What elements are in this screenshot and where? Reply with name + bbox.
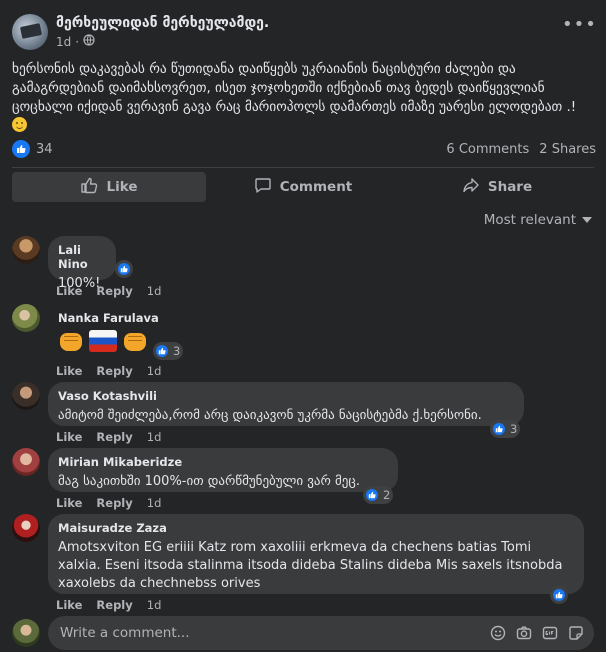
fist-emoji-icon [122,329,148,353]
post-card: მერხეულიდან მერხეულამდე. 1d · ••• ხერსონ… [0,0,606,652]
avatar[interactable] [12,236,40,264]
comment-time[interactable]: 1d [147,364,162,378]
comment-reaction-count: 2 [383,488,391,502]
shares-count-link[interactable]: 2 Shares [539,142,596,157]
comment-reply-link[interactable]: Reply [96,430,132,444]
like-reaction-icon [364,487,380,503]
avatar[interactable] [12,304,40,332]
comment-input[interactable]: Write a comment... [48,616,594,650]
dot-separator: · [75,34,80,49]
globe-icon [83,34,95,49]
comment-sort-dropdown[interactable]: Most relevant [484,212,592,228]
comment-author[interactable]: Mirian Mikaberidze [58,455,386,469]
comment-actions: Like Reply 1d [56,364,161,378]
avatar[interactable] [12,382,40,410]
comment-bubble: Vaso Kotashvili ამიტომ შეიძლება,რომ არც … [48,382,524,426]
page-avatar[interactable] [12,14,48,50]
comment-actions: Like Reply 1d [56,284,161,298]
comment-button[interactable]: Comment [206,172,400,202]
comment-bubble: Mirian Mikaberidze მაგ საკითხში 100%-ით … [48,448,398,492]
sort-label: Most relevant [483,212,576,228]
post-header: მერხეულიდან მერხეულამდე. 1d · ••• [12,12,596,52]
comment-reactions[interactable]: 2 [363,486,394,504]
like-button[interactable]: Like [12,172,206,202]
comment-actions: Like Reply 1d [56,430,161,444]
comment-reply-link[interactable]: Reply [96,496,132,510]
reactions-summary: 34 6 Comments 2 Shares [12,139,596,159]
comment-actions: Like Reply 1d [56,598,161,612]
composer-icons [490,625,594,641]
comment-composer: Write a comment... [12,616,594,650]
user-avatar[interactable] [12,619,40,647]
comment-like-link[interactable]: Like [56,598,82,612]
like-reaction-icon [491,421,507,437]
share-button[interactable]: Share [400,172,594,202]
comment-item: Lali Nino 100%! Like Reply 1d [12,236,594,298]
comment-like-link[interactable]: Like [56,364,82,378]
comment-time[interactable]: 1d [147,496,162,510]
smile-emoji-icon [12,117,27,132]
avatar[interactable] [12,448,40,476]
page-name[interactable]: მერხეულიდან მერხეულამდე. [56,15,269,31]
comment-input-placeholder: Write a comment... [60,625,190,641]
gif-icon[interactable] [542,625,558,641]
comment-reaction-count: 3 [510,422,518,436]
sticker-icon[interactable] [568,625,584,641]
comment-bubble: Lali Nino 100%! [48,236,116,291]
comment-reactions[interactable]: 3 [153,342,184,360]
engagement-counts: 6 Comments 2 Shares [446,142,596,157]
like-icon [80,176,98,198]
post-action-bar: Like Comment Share [12,167,594,203]
comment-bubble: Maisuradze Zaza Amotsxviton EG eriiii Ka… [48,514,584,594]
like-reaction-icon [116,261,132,277]
comment-reply-link[interactable]: Reply [96,284,132,298]
share-icon [462,176,480,198]
like-reaction-icon [154,343,170,359]
post-time[interactable]: 1d [56,35,71,49]
like-button-label: Like [106,179,138,195]
post-body: ხერსონის დაკავებას რა წუთიდანა დაიწყებს … [12,62,577,115]
comment-time[interactable]: 1d [147,598,162,612]
emoji-icon[interactable] [490,625,506,641]
share-button-label: Share [487,179,533,195]
like-reaction-icon[interactable] [12,140,30,158]
comment-item: Nanka Farulava 3 Like Reply 1d [12,304,594,378]
comment-time[interactable]: 1d [147,284,162,298]
comments-count-link[interactable]: 6 Comments [446,142,529,157]
comment-like-link[interactable]: Like [56,284,82,298]
russia-flag-icon [89,330,117,352]
like-reaction-icon [551,587,567,603]
comment-item: Maisuradze Zaza Amotsxviton EG eriiii Ka… [12,514,594,612]
comment-text: ამიტომ შეიძლება,რომ არც დაიკავონ უკრმა ნ… [58,408,482,423]
comment-reply-link[interactable]: Reply [96,598,132,612]
comment-text: Amotsxviton EG eriiii Katz rom xaxoliii … [58,540,563,591]
comment-text: მაგ საკითხში 100%-ით დარწმუნებული ვარ მე… [58,474,360,489]
camera-icon[interactable] [516,625,532,641]
comment-actions: Like Reply 1d [56,496,161,510]
comment-button-label: Comment [279,179,353,195]
comment-item: Mirian Mikaberidze მაგ საკითხში 100%-ით … [12,448,594,510]
comment-reactions[interactable] [115,260,133,278]
comment-item: Vaso Kotashvili ამიტომ შეიძლება,რომ არც … [12,382,594,444]
comment-like-link[interactable]: Like [56,496,82,510]
comment-author[interactable]: Vaso Kotashvili [58,389,512,403]
comment-reaction-count: 3 [173,344,181,358]
comment-author[interactable]: Lali Nino [58,243,104,271]
reaction-count[interactable]: 34 [36,142,53,157]
comment-reactions[interactable]: 3 [490,420,521,438]
comment-author[interactable]: Maisuradze Zaza [58,521,572,535]
post-header-text: მერხეულიდან მერხეულამდე. 1d · [56,15,269,49]
avatar[interactable] [12,514,40,542]
comment-reactions[interactable] [550,586,568,604]
fist-emoji-icon [58,329,84,353]
comment-author[interactable]: Nanka Farulava [58,311,176,325]
post-text: ხერსონის დაკავებას რა წუთიდანა დაიწყებს … [12,60,592,136]
comment-like-link[interactable]: Like [56,430,82,444]
comment-reply-link[interactable]: Reply [96,364,132,378]
post-meta: 1d · [56,34,269,49]
comment-icon [254,176,272,198]
comment-time[interactable]: 1d [147,430,162,444]
more-icon[interactable]: ••• [562,16,596,38]
chevron-down-icon [582,212,592,228]
